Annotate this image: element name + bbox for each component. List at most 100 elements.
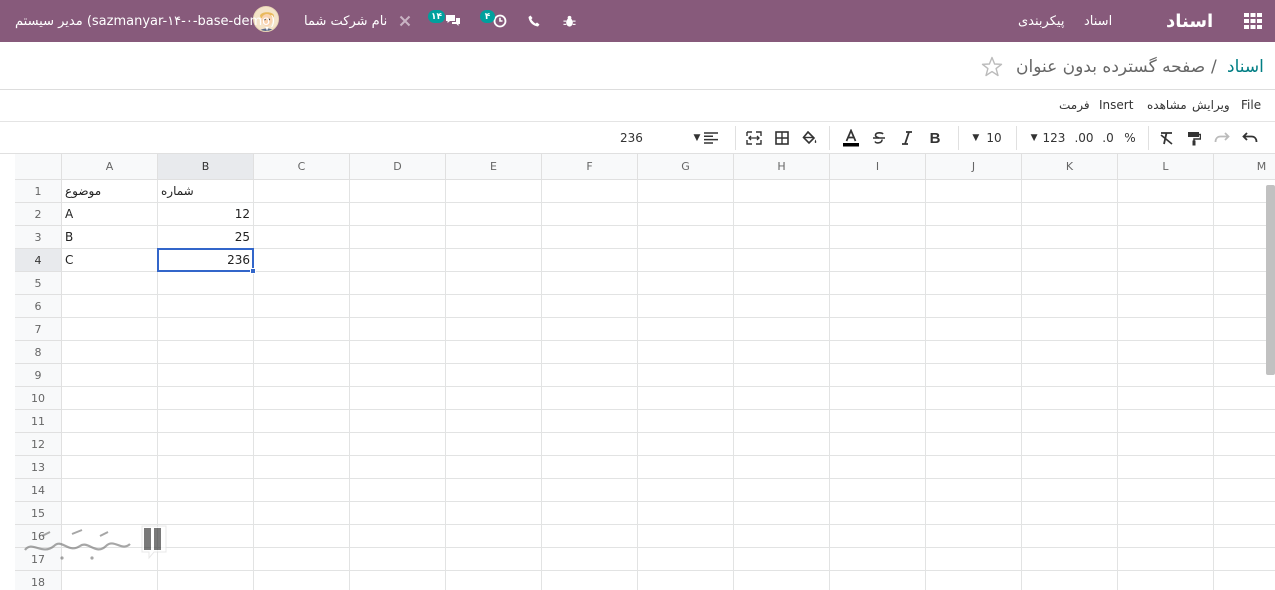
cell-f16[interactable] <box>542 525 638 548</box>
menu-edit[interactable]: ویرایش <box>1192 96 1230 114</box>
text-color-icon[interactable] <box>840 126 862 150</box>
cell-l6[interactable] <box>1118 295 1214 318</box>
cell-f12[interactable] <box>542 433 638 456</box>
cell-f5[interactable] <box>542 272 638 295</box>
cell-f15[interactable] <box>542 502 638 525</box>
cell-m18[interactable] <box>1214 571 1275 590</box>
column-header-k[interactable]: K <box>1022 154 1118 180</box>
cell-d18[interactable] <box>350 571 446 590</box>
cell-a9[interactable] <box>62 364 158 387</box>
cell-d1[interactable] <box>350 180 446 203</box>
cell-k8[interactable] <box>1022 341 1118 364</box>
cell-g6[interactable] <box>638 295 734 318</box>
cell-f7[interactable] <box>542 318 638 341</box>
cell-c16[interactable] <box>254 525 350 548</box>
cell-i18[interactable] <box>830 571 926 590</box>
cell-e9[interactable] <box>446 364 542 387</box>
cell-a4[interactable]: C <box>62 249 158 272</box>
cell-g12[interactable] <box>638 433 734 456</box>
cell-b5[interactable] <box>158 272 254 295</box>
cell-l12[interactable] <box>1118 433 1214 456</box>
cell-b10[interactable] <box>158 387 254 410</box>
cell-d6[interactable] <box>350 295 446 318</box>
cell-j2[interactable] <box>926 203 1022 226</box>
cell-f2[interactable] <box>542 203 638 226</box>
cell-d10[interactable] <box>350 387 446 410</box>
cell-b16[interactable] <box>158 525 254 548</box>
cell-g5[interactable] <box>638 272 734 295</box>
cell-g18[interactable] <box>638 571 734 590</box>
menu-format[interactable]: فرمت <box>1059 96 1090 114</box>
cell-b1[interactable]: شماره <box>158 180 254 203</box>
cell-l4[interactable] <box>1118 249 1214 272</box>
cell-g11[interactable] <box>638 410 734 433</box>
row-header-3[interactable]: 3 <box>15 226 62 249</box>
cell-h13[interactable] <box>734 456 830 479</box>
cell-k11[interactable] <box>1022 410 1118 433</box>
cell-c5[interactable] <box>254 272 350 295</box>
close-icon[interactable] <box>395 0 415 42</box>
cell-h12[interactable] <box>734 433 830 456</box>
cell-f1[interactable] <box>542 180 638 203</box>
undo-icon[interactable] <box>1239 126 1261 150</box>
cell-f3[interactable] <box>542 226 638 249</box>
bold-icon[interactable]: B <box>924 126 946 150</box>
column-header-e[interactable]: E <box>446 154 542 180</box>
cell-f4[interactable] <box>542 249 638 272</box>
row-header-10[interactable]: 10 <box>15 387 62 410</box>
apps-icon[interactable] <box>1244 0 1264 42</box>
vertical-scrollbar[interactable] <box>1266 185 1275 375</box>
cell-a8[interactable] <box>62 341 158 364</box>
row-header-9[interactable]: 9 <box>15 364 62 387</box>
cell-j18[interactable] <box>926 571 1022 590</box>
cell-a18[interactable] <box>62 571 158 590</box>
cell-c11[interactable] <box>254 410 350 433</box>
menu-view[interactable]: مشاهده <box>1147 96 1187 114</box>
cell-c7[interactable] <box>254 318 350 341</box>
cell-k14[interactable] <box>1022 479 1118 502</box>
cell-f18[interactable] <box>542 571 638 590</box>
cell-h18[interactable] <box>734 571 830 590</box>
cell-h15[interactable] <box>734 502 830 525</box>
cell-i17[interactable] <box>830 548 926 571</box>
cell-b2[interactable]: 12 <box>158 203 254 226</box>
cell-g2[interactable] <box>638 203 734 226</box>
cell-a13[interactable] <box>62 456 158 479</box>
cell-g8[interactable] <box>638 341 734 364</box>
cell-c10[interactable] <box>254 387 350 410</box>
company-switcher[interactable]: نام شرکت شما <box>304 0 387 42</box>
cell-e17[interactable] <box>446 548 542 571</box>
cell-e3[interactable] <box>446 226 542 249</box>
cell-m15[interactable] <box>1214 502 1275 525</box>
increase-decimal-button[interactable]: .00 <box>1071 126 1097 150</box>
cell-d13[interactable] <box>350 456 446 479</box>
cell-h4[interactable] <box>734 249 830 272</box>
redo-icon[interactable] <box>1211 126 1233 150</box>
cell-e5[interactable] <box>446 272 542 295</box>
cell-d17[interactable] <box>350 548 446 571</box>
user-menu[interactable]: مدیر سیستم (sazmanyar-۱۴-۰-base-demo) <box>15 0 275 42</box>
cell-b15[interactable] <box>158 502 254 525</box>
column-header-b[interactable]: B <box>158 154 254 180</box>
cell-k9[interactable] <box>1022 364 1118 387</box>
cell-b9[interactable] <box>158 364 254 387</box>
cell-j3[interactable] <box>926 226 1022 249</box>
cell-d5[interactable] <box>350 272 446 295</box>
cell-l7[interactable] <box>1118 318 1214 341</box>
cell-g3[interactable] <box>638 226 734 249</box>
cell-j16[interactable] <box>926 525 1022 548</box>
cell-a12[interactable] <box>62 433 158 456</box>
cell-l5[interactable] <box>1118 272 1214 295</box>
cell-g7[interactable] <box>638 318 734 341</box>
cell-k5[interactable] <box>1022 272 1118 295</box>
cell-d8[interactable] <box>350 341 446 364</box>
star-icon[interactable] <box>980 55 1004 79</box>
cell-f11[interactable] <box>542 410 638 433</box>
cell-j12[interactable] <box>926 433 1022 456</box>
cell-l17[interactable] <box>1118 548 1214 571</box>
cell-j14[interactable] <box>926 479 1022 502</box>
cell-i7[interactable] <box>830 318 926 341</box>
menu-insert[interactable]: Insert <box>1099 96 1133 114</box>
row-header-13[interactable]: 13 <box>15 456 62 479</box>
cell-j7[interactable] <box>926 318 1022 341</box>
